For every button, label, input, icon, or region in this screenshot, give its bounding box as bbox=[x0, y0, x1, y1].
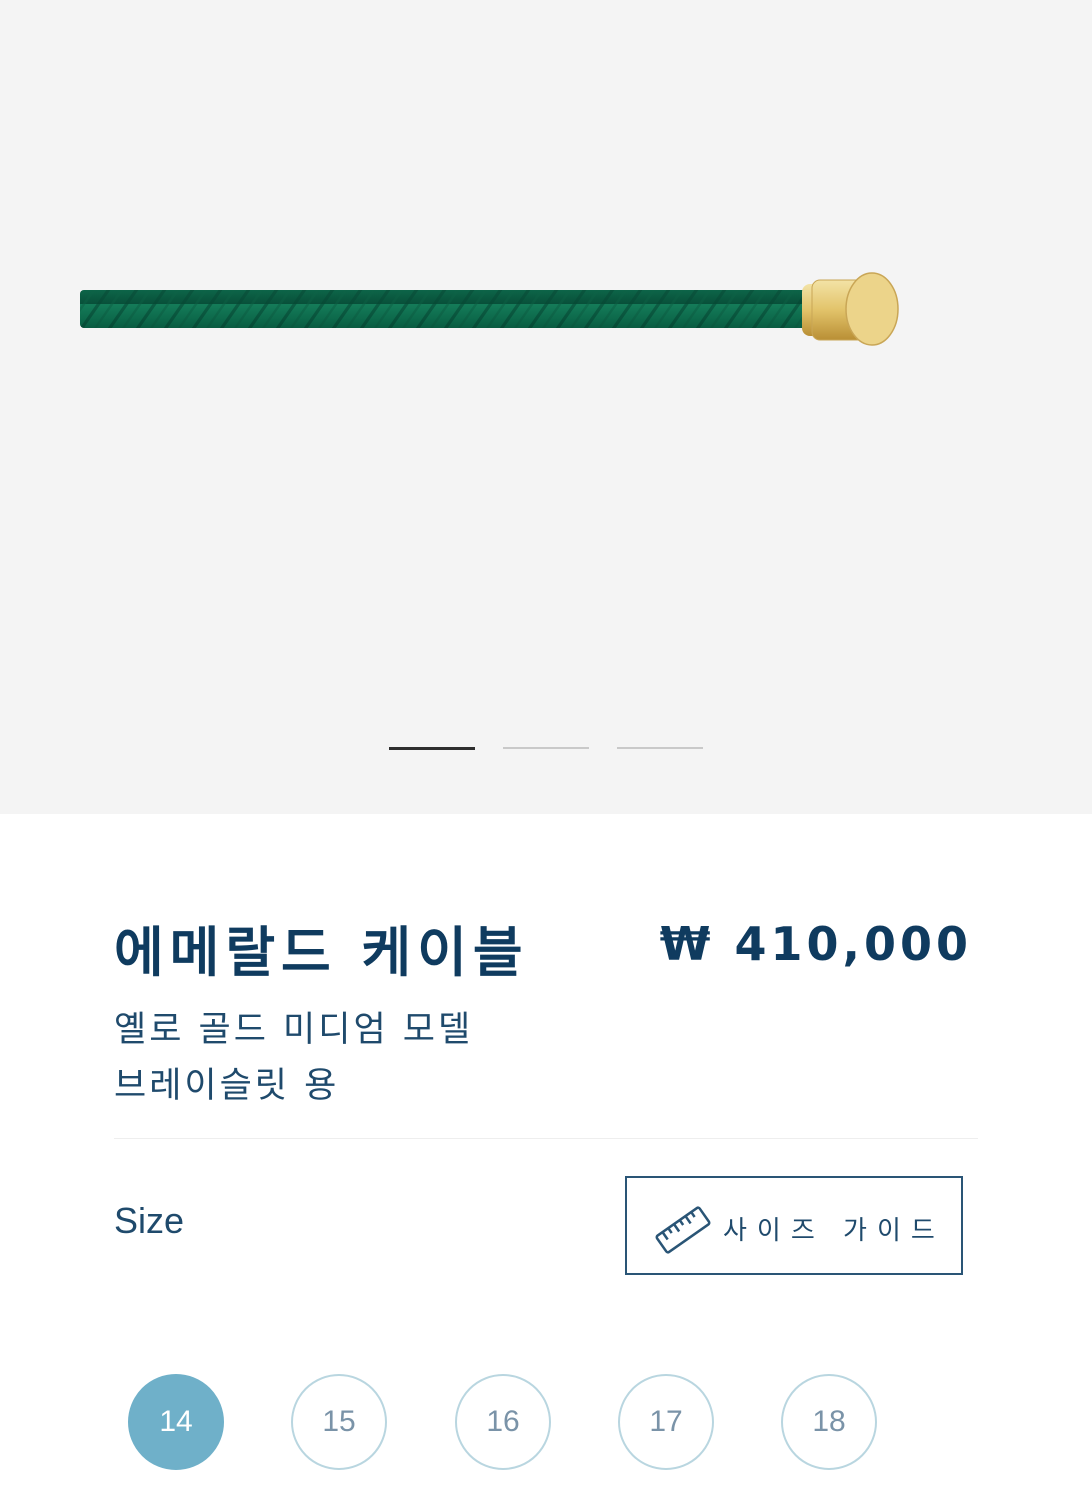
size-options: 14 15 16 17 18 bbox=[0, 1374, 1092, 1474]
product-image-gallery[interactable] bbox=[0, 0, 1092, 814]
ruler-icon bbox=[655, 1206, 711, 1254]
size-guide-label: 사이즈 가이드 bbox=[723, 1216, 945, 1246]
size-option-14[interactable]: 14 bbox=[128, 1374, 224, 1470]
gallery-pagination bbox=[0, 747, 1092, 751]
size-option-15[interactable]: 15 bbox=[291, 1374, 387, 1470]
pagination-dash-2[interactable] bbox=[503, 747, 589, 749]
product-subtitle: 옐로 골드 미디엄 모델 브레이슬릿 용 bbox=[114, 1002, 634, 1114]
product-price: ₩ 410,000 bbox=[659, 917, 972, 971]
product-title: 에메랄드 케이블 bbox=[114, 921, 529, 984]
subtitle-line-1: 옐로 골드 미디엄 모델 bbox=[114, 1010, 474, 1050]
size-option-16[interactable]: 16 bbox=[455, 1374, 551, 1470]
size-label: Size bbox=[114, 1200, 185, 1241]
size-option-17[interactable]: 17 bbox=[618, 1374, 714, 1470]
size-guide-button[interactable]: 사이즈 가이드 bbox=[625, 1176, 963, 1275]
size-option-18[interactable]: 18 bbox=[781, 1374, 877, 1470]
pagination-dash-1[interactable] bbox=[389, 747, 475, 750]
product-image-cable bbox=[80, 272, 899, 346]
pagination-dash-3[interactable] bbox=[617, 747, 703, 749]
subtitle-line-2: 브레이슬릿 용 bbox=[114, 1066, 340, 1106]
section-divider bbox=[114, 1138, 978, 1139]
